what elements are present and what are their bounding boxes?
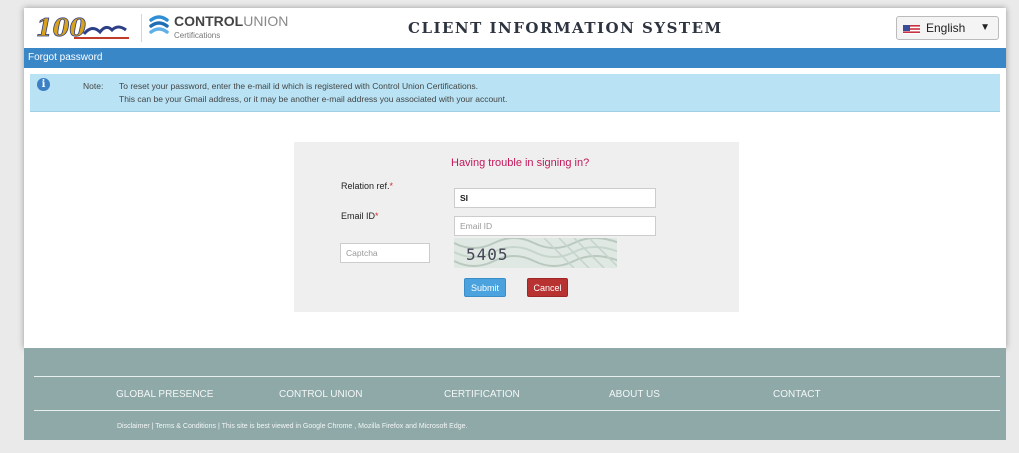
forgot-password-form: Having trouble in signing in? Relation r… (294, 142, 739, 312)
language-select[interactable]: English ▼ (896, 16, 999, 40)
form-heading: Having trouble in signing in? (451, 157, 590, 169)
note-text-line1: To reset your password, enter the e-mail… (119, 81, 479, 91)
required-mark: * (389, 181, 394, 191)
footer-separator: | (217, 423, 220, 430)
page-title: Forgot password (28, 52, 103, 63)
footer-link-global-presence[interactable]: GLOBAL PRESENCE (116, 389, 213, 400)
footer-separator: | (151, 423, 154, 430)
header: 100 CONTROLUNION Certifications CLIENT I… (24, 8, 1006, 48)
browser-note: This site is best viewed in Google Chrom… (221, 423, 468, 430)
brand-name: CONTROLUNION (174, 13, 288, 29)
logo-divider (141, 14, 142, 42)
page-title-bar: Forgot password (24, 48, 1006, 68)
email-id-label-text: Email ID (341, 211, 376, 221)
disclaimer-link[interactable]: Disclaimer (117, 423, 150, 430)
footer-link-contact[interactable]: CONTACT (773, 389, 821, 400)
required-mark: * (375, 211, 379, 221)
relation-ref-input[interactable]: SI (454, 188, 656, 208)
caret-down-icon: ▼ (980, 22, 990, 33)
relation-ref-label-text: Relation ref. (341, 181, 390, 191)
brand-subtitle: Certifications (174, 31, 221, 40)
email-id-input[interactable]: Email ID (454, 216, 656, 236)
footer-legal: Disclaimer | Terms & Conditions | This s… (117, 423, 467, 430)
captcha-code: 5405 (466, 245, 509, 264)
footer-link-certification[interactable]: CERTIFICATION (444, 389, 520, 400)
brand-bold: CONTROL (174, 13, 244, 29)
footer-link-control-union[interactable]: CONTROL UNION (279, 389, 363, 400)
email-id-label: Email ID* (341, 211, 379, 221)
cancel-button[interactable]: Cancel (527, 278, 568, 297)
anniversary-logo: 100 (34, 13, 134, 44)
footer-link-about-us[interactable]: ABOUT US (609, 389, 660, 400)
main-card: 100 CONTROLUNION Certifications CLIENT I… (24, 8, 1006, 348)
note-label: Note: (83, 81, 104, 91)
note-banner: i Note: To reset your password, enter th… (30, 74, 1000, 112)
control-union-mark-icon (149, 15, 169, 34)
note-text-line2: This can be your Gmail address, or it ma… (119, 94, 508, 104)
us-flag-icon (903, 23, 920, 34)
terms-link[interactable]: Terms & Conditions (155, 423, 216, 430)
footer-divider-top (34, 376, 1000, 377)
relation-ref-label: Relation ref.* (341, 181, 393, 191)
footer-divider-bottom (34, 410, 1000, 411)
system-title: CLIENT INFORMATION SYSTEM (408, 19, 723, 37)
footer: GLOBAL PRESENCE CONTROL UNION CERTIFICAT… (24, 348, 1006, 440)
info-icon: i (37, 78, 50, 91)
captcha-image: 5405 (454, 238, 617, 268)
brand-light: UNION (243, 13, 289, 29)
submit-button[interactable]: Submit (464, 278, 506, 297)
language-label: English (926, 21, 966, 35)
captcha-input[interactable]: Captcha (340, 243, 430, 263)
